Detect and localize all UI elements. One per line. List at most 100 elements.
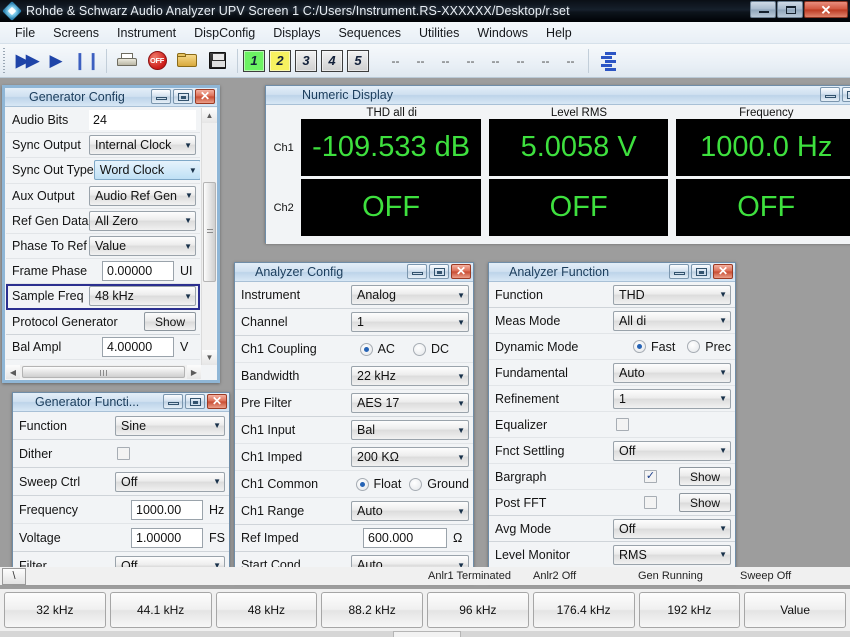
menu-item-dispconfig[interactable]: DispConfig [185,24,264,42]
scrollbar-thumb[interactable] [203,182,216,282]
combo-gf-function[interactable]: Sine ▼ [115,415,225,436]
numeric-display-minimize-button[interactable] [820,87,840,102]
numeric-display-restore-button[interactable] [842,87,850,102]
combo-instrument[interactable]: Analog ▼ [351,285,469,305]
numeric-cell-ch1-level[interactable]: 5.0058 V [488,119,669,176]
input-audio-bits[interactable]: 24 [89,110,196,131]
numeric-cell-ch2-level[interactable]: OFF [488,179,669,236]
bottom-tab-nub[interactable] [393,631,461,637]
play-button[interactable]: ▶ [41,47,71,75]
toolbar-placeholder-1[interactable]: -- [383,54,408,68]
combo-fundamental[interactable]: Auto ▼ [613,362,731,383]
input-ref-imped[interactable]: 600.000 [363,528,447,548]
menu-item-sequences[interactable]: Sequences [329,24,410,42]
toolbar-placeholder-4[interactable]: -- [458,54,483,68]
generator-function-restore-button[interactable] [185,394,205,409]
combo-avg-mode[interactable]: Off ▼ [613,518,731,539]
numeric-cell-ch2-thd[interactable]: OFF [301,179,481,236]
combo-ch1-input[interactable]: Bal ▼ [351,420,469,440]
scroll-up-icon[interactable]: ▲ [202,108,217,123]
scrollbar-thumb-h[interactable] [22,366,185,378]
checkbox-bargraph[interactable] [644,470,657,483]
generator-config-minimize-button[interactable] [151,89,171,104]
toolbar-placeholder-5[interactable]: -- [483,54,508,68]
numeric-display-titlebar[interactable]: Numeric Display [266,86,850,105]
scroll-down-icon[interactable]: ▼ [202,350,217,365]
checkbox-gf-dither[interactable] [117,447,130,460]
combo-ref-gen-data[interactable]: All Zero ▼ [89,210,196,231]
analyzer-config-close-button[interactable]: ✕ [451,264,471,279]
generator-config-titlebar[interactable]: Generator Config ✕ [5,88,217,107]
post-fft-show-button[interactable]: Show [679,493,731,512]
generator-config-horizontal-scrollbar[interactable]: ◀ ▶ [6,365,201,379]
numeric-cell-ch1-freq[interactable]: 1000.0 Hz [676,119,850,176]
combo-aux-output[interactable]: Audio Ref Gen ▼ [89,185,196,206]
radio-ch1-coupling-dc[interactable] [412,342,426,356]
combo-refinement[interactable]: 1 ▼ [613,388,731,409]
combo-sync-out-type[interactable]: Word Clock ▼ [93,160,200,181]
fast-forward-button[interactable]: ▶▶ [11,47,41,75]
save-file-button[interactable] [202,47,232,75]
softkey-192khz[interactable]: 192 kHz [638,592,741,628]
combo-sync-output[interactable]: Internal Clock ▼ [89,135,196,156]
menu-item-displays[interactable]: Displays [264,24,329,42]
combo-meas-mode[interactable]: All di ▼ [613,310,731,331]
statusbar-left-indicator[interactable]: \ [2,567,26,585]
numeric-cell-ch2-freq[interactable]: OFF [676,179,850,236]
analyzer-config-titlebar[interactable]: Analyzer Config ✕ [235,263,473,282]
close-button[interactable]: ✕ [804,1,848,18]
toolbar-placeholder-6[interactable]: -- [508,54,533,68]
generator-function-minimize-button[interactable] [163,394,183,409]
combo-phase-to-ref[interactable]: Value ▼ [89,236,196,257]
scroll-left-icon[interactable]: ◀ [6,365,20,379]
combo-ch1-imped[interactable]: 200 KΩ ▼ [351,447,469,467]
checkbox-post-fft[interactable] [644,496,657,509]
menu-item-screens[interactable]: Screens [44,24,108,42]
toolbar-grip[interactable] [2,47,8,74]
combo-pre-filter[interactable]: AES 17 ▼ [351,393,469,413]
input-frame-phase[interactable]: 0.00000 [102,261,174,282]
checkbox-equalizer[interactable] [616,418,629,431]
radio-dynamic-mode-fast[interactable] [632,340,646,353]
toolbar-placeholder-8[interactable]: -- [558,54,583,68]
menu-item-file[interactable]: File [6,24,44,42]
radio-ch1-common-ground[interactable] [409,477,423,491]
sequence-button[interactable] [594,47,624,75]
analyzer-function-restore-button[interactable] [691,264,711,279]
menu-item-instrument[interactable]: Instrument [108,24,185,42]
pause-button[interactable]: ❙❙ [71,47,101,75]
analyzer-config-minimize-button[interactable] [407,264,427,279]
print-button[interactable] [112,47,142,75]
menu-item-help[interactable]: Help [537,24,581,42]
analyzer-function-titlebar[interactable]: Analyzer Function ✕ [489,263,735,282]
radio-dynamic-mode-prec[interactable] [687,340,701,353]
screen-button-2[interactable]: 2 [269,49,291,72]
generator-config-close-button[interactable]: ✕ [195,89,215,104]
radio-ch1-common-float[interactable] [355,477,369,491]
stop-off-button[interactable]: OFF [142,47,172,75]
softkey-value[interactable]: Value [744,592,846,628]
input-bal-ampl[interactable]: 4.00000 [102,336,174,357]
maximize-button[interactable] [777,1,803,18]
generator-function-close-button[interactable]: ✕ [207,394,227,409]
radio-ch1-coupling-ac[interactable] [359,342,373,356]
bargraph-show-button[interactable]: Show [679,467,731,486]
combo-ch1-range[interactable]: Auto ▼ [351,501,469,521]
screen-button-4[interactable]: 4 [321,49,343,72]
menu-item-windows[interactable]: Windows [468,24,537,42]
combo-sample-freq[interactable]: 48 kHz ▼ [89,286,196,307]
generator-function-titlebar[interactable]: Generator Functi... ✕ [13,393,229,412]
generator-config-vertical-scrollbar[interactable]: ▲ ▼ [201,108,217,365]
scroll-right-icon[interactable]: ▶ [187,365,201,379]
combo-bandwidth[interactable]: 22 kHz ▼ [351,366,469,386]
combo-channel[interactable]: 1 ▼ [351,312,469,332]
toolbar-placeholder-3[interactable]: -- [433,54,458,68]
numeric-cell-ch1-thd[interactable]: -109.533 dB [301,119,481,176]
softkey-48khz[interactable]: 48 kHz [215,592,318,628]
minimize-button[interactable] [750,1,776,18]
generator-config-restore-button[interactable] [173,89,193,104]
toolbar-placeholder-7[interactable]: -- [533,54,558,68]
softkey-32khz[interactable]: 32 kHz [4,592,106,628]
protocol-generator-show-button[interactable]: Show [144,312,196,332]
softkey-44-1khz[interactable]: 44.1 kHz [109,592,212,628]
